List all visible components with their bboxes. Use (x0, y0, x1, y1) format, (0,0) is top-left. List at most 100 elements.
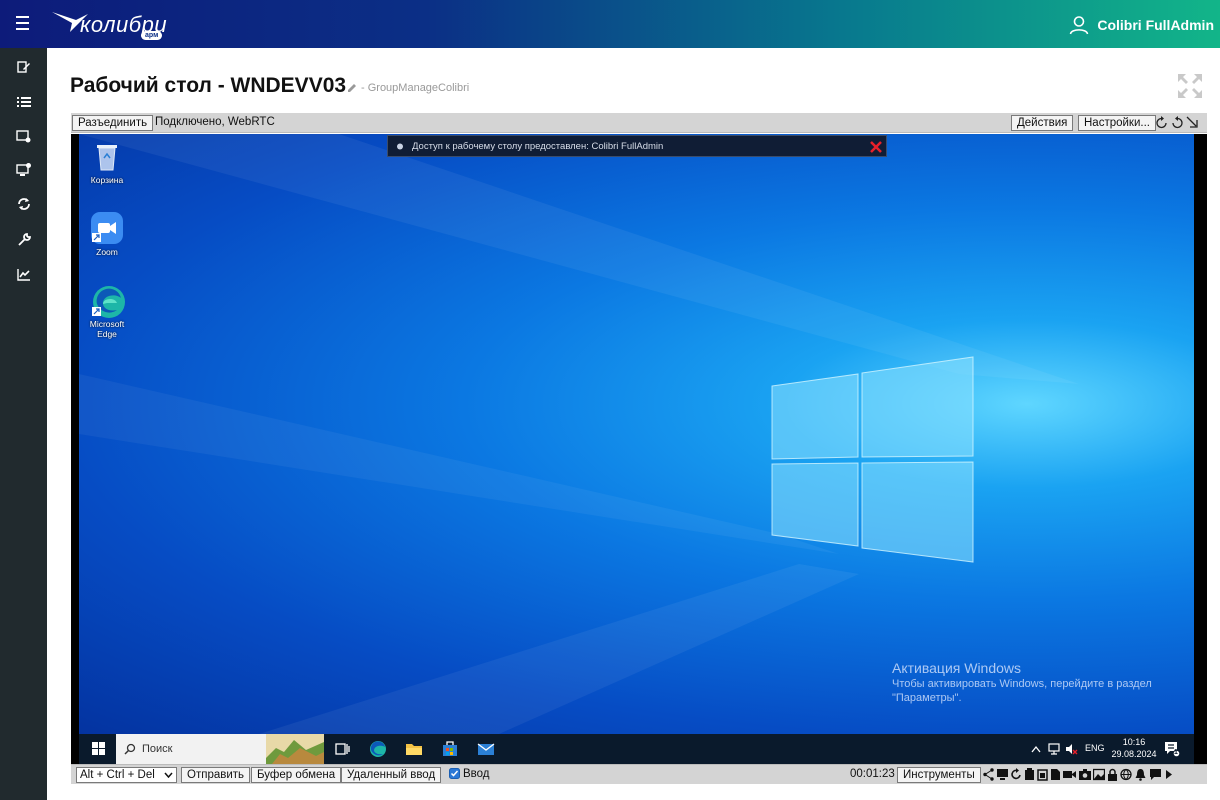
disconnect-button[interactable]: Разъединить (72, 115, 154, 131)
network-icon[interactable] (1047, 742, 1061, 756)
main-content: Рабочий стол - WNDEVV03 - GroupManageCol… (47, 48, 1220, 800)
edit-icon (16, 61, 30, 73)
monitor-add-icon (16, 163, 31, 176)
desktop-icon-zoom[interactable]: Zoom (79, 212, 137, 257)
activation-title: Активация Windows (892, 660, 1022, 676)
store-icon[interactable] (439, 739, 461, 759)
session-timer: 00:01:23 (850, 768, 895, 780)
clock-time: 10:16 (1122, 737, 1146, 747)
rotate-right-icon[interactable] (1156, 116, 1168, 129)
document-icon[interactable] (1050, 768, 1061, 781)
hamburger-menu-icon[interactable] (10, 12, 36, 36)
language-indicator[interactable]: ENG (1085, 743, 1105, 753)
session-toolbar: Разъединить Подключено, WebRTC Действия … (71, 113, 1207, 133)
reload-icon[interactable] (1011, 768, 1022, 781)
share-icon[interactable] (983, 768, 994, 781)
send-button[interactable]: Отправить (181, 767, 251, 783)
activation-line2: "Параметры". (892, 692, 962, 704)
connection-status: Подключено, WebRTC (155, 116, 275, 128)
chevron-down-icon (164, 772, 173, 778)
settings-button[interactable]: Настройки... (1078, 115, 1156, 131)
sidebar-item-edit[interactable] (0, 53, 47, 81)
sidebar-item-tools[interactable] (0, 226, 47, 254)
wallpaper (79, 134, 1079, 734)
key-combo-select[interactable]: Alt + Ctrl + Del (76, 767, 177, 783)
tools-button[interactable]: Инструменты (897, 767, 981, 783)
bell-icon[interactable] (1134, 768, 1147, 781)
image-icon[interactable] (1093, 768, 1105, 781)
chart-icon (16, 268, 30, 281)
desktop-icon-edge[interactable]: Microsoft Edge (79, 284, 137, 339)
logo[interactable]: колибри арм (50, 6, 167, 42)
notification-text: Доступ к рабочему столу предоставлен: Co… (412, 140, 664, 152)
search-icon (124, 743, 136, 755)
monitor-icon[interactable] (996, 768, 1009, 781)
edge-taskbar-icon[interactable] (367, 739, 389, 759)
page-title: Рабочий стол - WNDEVV03 (70, 74, 347, 97)
user-icon (1070, 16, 1089, 35)
computer-settings-icon (16, 129, 31, 142)
clock-date: 29.08.2024 (1111, 749, 1157, 759)
bird-icon (397, 143, 403, 149)
camera-icon[interactable] (1079, 768, 1091, 781)
sidebar-item-reports[interactable] (0, 260, 47, 288)
file-explorer-icon[interactable] (403, 739, 425, 759)
session-bottom-toolbar: Alt + Ctrl + Del Отправить Буфер обмена … (71, 764, 1207, 784)
lock-icon[interactable] (1107, 768, 1118, 781)
clock[interactable]: 10:16 29.08.2024 (1109, 736, 1159, 760)
title-group: - GroupManageColibri (347, 82, 469, 94)
clipboard-button[interactable]: Буфер обмена (251, 767, 342, 783)
user-menu[interactable]: Colibri FullAdmin (1069, 14, 1214, 36)
taskbar-search[interactable]: Поиск (116, 734, 324, 764)
logo-badge: арм (141, 31, 163, 40)
notification-count: 1 (1174, 749, 1178, 756)
video-camera-icon[interactable] (1063, 768, 1076, 781)
sidebar (0, 48, 47, 800)
mail-icon[interactable] (475, 739, 497, 759)
wrench-icon (17, 233, 31, 246)
remote-input-button[interactable]: Удаленный ввод (341, 767, 442, 783)
chat-icon[interactable] (1149, 768, 1162, 781)
windows-taskbar: Поиск ENG 10:16 29.08.2024 1 (79, 734, 1194, 764)
zoom-icon (91, 212, 123, 244)
remote-desktop-view[interactable]: Доступ к рабочему столу предоставлен: Co… (71, 134, 1207, 764)
fullscreen-icon[interactable] (1177, 73, 1203, 99)
key-combo-value: Alt + Ctrl + Del (80, 769, 155, 781)
chevron-right-icon[interactable] (1165, 768, 1173, 781)
desktop-icon-recycle-bin[interactable]: Корзина (79, 140, 137, 185)
group-name: - GroupManageColibri (361, 82, 470, 94)
volume-muted-icon[interactable] (1064, 742, 1078, 756)
sidebar-item-computers[interactable] (0, 122, 47, 150)
activation-watermark: Активация Windows Чтобы активировать Win… (892, 659, 1152, 705)
recycle-bin-icon (91, 140, 123, 172)
sidebar-item-monitor[interactable] (0, 156, 47, 184)
desktop-icon-label: Корзина (90, 175, 124, 185)
task-view-icon[interactable] (331, 739, 353, 759)
access-notification: Доступ к рабочему столу предоставлен: Co… (387, 135, 887, 157)
top-header: колибри арм Colibri FullAdmin (0, 0, 1220, 48)
rotate-left-icon[interactable] (1171, 116, 1183, 129)
clipboard-paste-icon[interactable] (1037, 768, 1048, 781)
refresh-icon (17, 198, 30, 210)
search-placeholder: Поиск (142, 743, 173, 755)
desktop-icon-label: Microsoft Edge (89, 319, 125, 339)
sidebar-item-sync[interactable] (0, 190, 47, 218)
close-icon[interactable] (870, 141, 882, 153)
user-name: Colibri FullAdmin (1097, 17, 1214, 33)
globe-icon[interactable] (1120, 768, 1132, 781)
actions-button[interactable]: Действия (1011, 115, 1074, 131)
input-label: Ввод (463, 768, 490, 780)
chevron-up-icon[interactable] (1031, 745, 1041, 753)
sidebar-item-list[interactable] (0, 88, 47, 116)
activation-line1: Чтобы активировать Windows, перейдите в … (892, 678, 1152, 690)
search-highlight-image (266, 734, 324, 764)
pencil-icon[interactable] (347, 83, 357, 93)
desktop-icon-label: Zoom (96, 247, 118, 257)
windows-desktop[interactable]: Доступ к рабочему столу предоставлен: Co… (79, 134, 1194, 734)
input-checkbox[interactable] (449, 768, 460, 779)
resize-icon[interactable] (1186, 116, 1198, 129)
list-icon (16, 97, 31, 107)
edge-icon (91, 284, 125, 318)
clipboard-copy-icon[interactable] (1024, 768, 1035, 781)
windows-start-icon[interactable] (92, 742, 105, 755)
